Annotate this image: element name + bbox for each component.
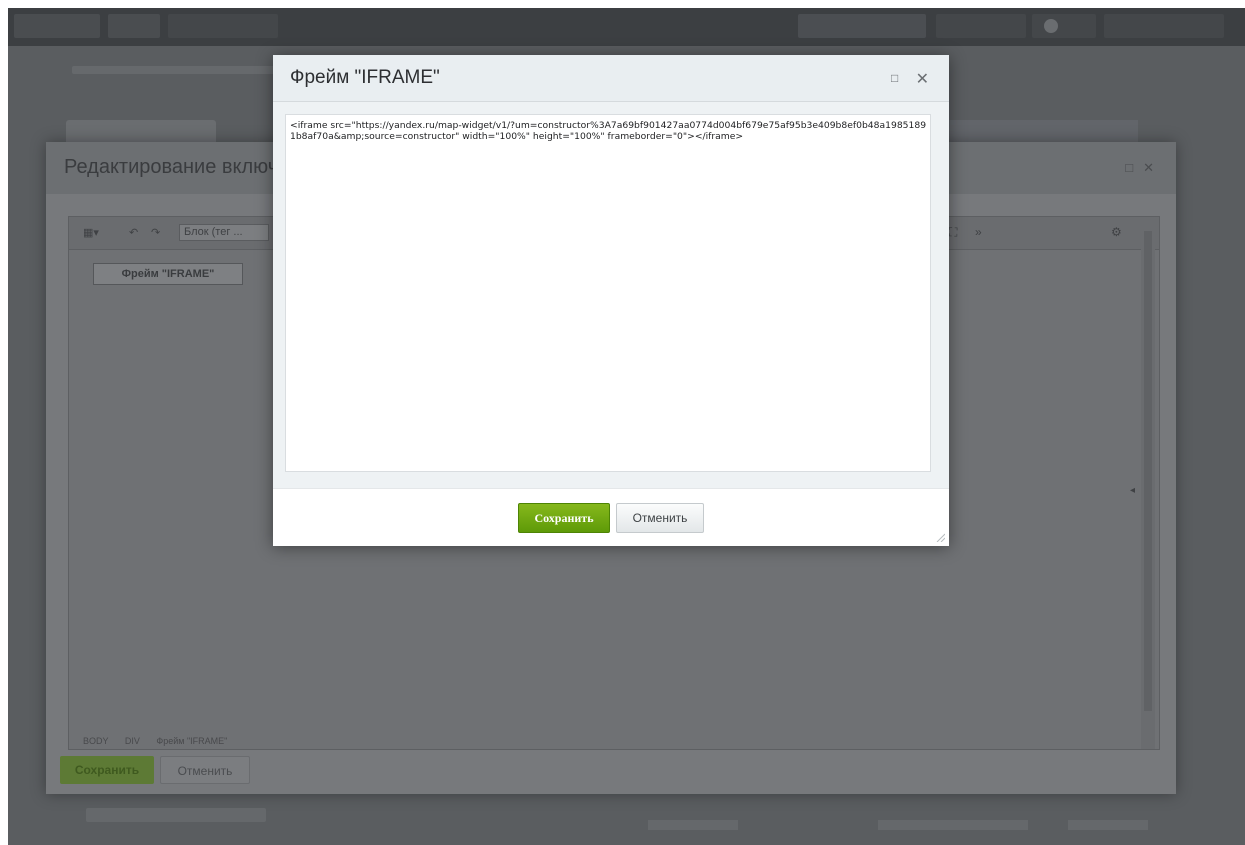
maximize-icon[interactable]: □ [891, 72, 903, 84]
iframe-code-textarea[interactable]: <iframe src="https://yandex.ru/map-widge… [285, 114, 931, 472]
dialog-footer: Сохранить Отменить [273, 488, 949, 546]
site-footer-dimmed [68, 802, 1188, 838]
admin-bar-block [798, 14, 926, 38]
background-cancel-button: Отменить [160, 756, 250, 784]
footer-block [648, 820, 738, 830]
admin-bar-block [168, 14, 278, 38]
iframe-placeholder: Фрейм "IFRAME" [93, 263, 243, 285]
admin-bar-dimmed [8, 8, 1245, 46]
admin-bar-block [1104, 14, 1224, 38]
background-dialog-title: Редактирование включ [64, 156, 279, 178]
iframe-properties-dialog: Фрейм "IFRAME" □ ✕ <iframe src="https://… [273, 55, 949, 546]
undo-icon: ↶ [129, 227, 139, 239]
footer-block [1068, 820, 1148, 830]
expand-icon: □ [1125, 160, 1134, 175]
element-path-bar: BODY DIV Фрейм "IFRAME" [69, 733, 1159, 749]
close-icon[interactable]: ✕ [916, 69, 929, 89]
dialog-body: <iframe src="https://yandex.ru/map-widge… [273, 102, 949, 488]
redo-icon: ↷ [151, 227, 161, 239]
background-save-button: Сохранить [60, 756, 154, 784]
footer-block [86, 808, 266, 822]
cancel-button[interactable]: Отменить [616, 503, 704, 533]
admin-bar-block [14, 14, 100, 38]
block-tag-select: Блок (тег ... [179, 224, 269, 241]
dialog-title: Фрейм "IFRAME" [290, 67, 440, 88]
background-scrollbar [1141, 217, 1155, 749]
resize-grip-icon[interactable] [935, 532, 945, 542]
fullscreen-icon: ⛶ [949, 225, 958, 239]
path-item: Фрейм "IFRAME" [156, 736, 228, 746]
more-icon: » [975, 225, 982, 239]
view-mode-icon: ▦▾ [83, 227, 99, 239]
background-dialog-controls: □ ✕ [1115, 160, 1154, 176]
path-item: DIV [124, 736, 140, 746]
close-icon: ✕ [1143, 160, 1154, 175]
site-header-line [72, 66, 292, 74]
save-button[interactable]: Сохранить [518, 503, 610, 533]
admin-bar-block [936, 14, 1026, 38]
screen: Редактирование включ □ ✕ ▦▾ ↶ ↷ Блок (тег… [8, 8, 1245, 845]
path-item: BODY [83, 736, 109, 746]
dialog-header[interactable]: Фрейм "IFRAME" □ ✕ [273, 55, 949, 102]
background-scrollbar-thumb [1144, 231, 1152, 711]
footer-block [878, 820, 1028, 830]
collapse-arrow-icon: ◂ [1129, 485, 1135, 496]
admin-bar-block [108, 14, 160, 38]
settings-gear-icon: ⚙ [1111, 225, 1122, 239]
admin-bar-toggle [1044, 19, 1058, 33]
admin-bar-block [1032, 14, 1096, 38]
